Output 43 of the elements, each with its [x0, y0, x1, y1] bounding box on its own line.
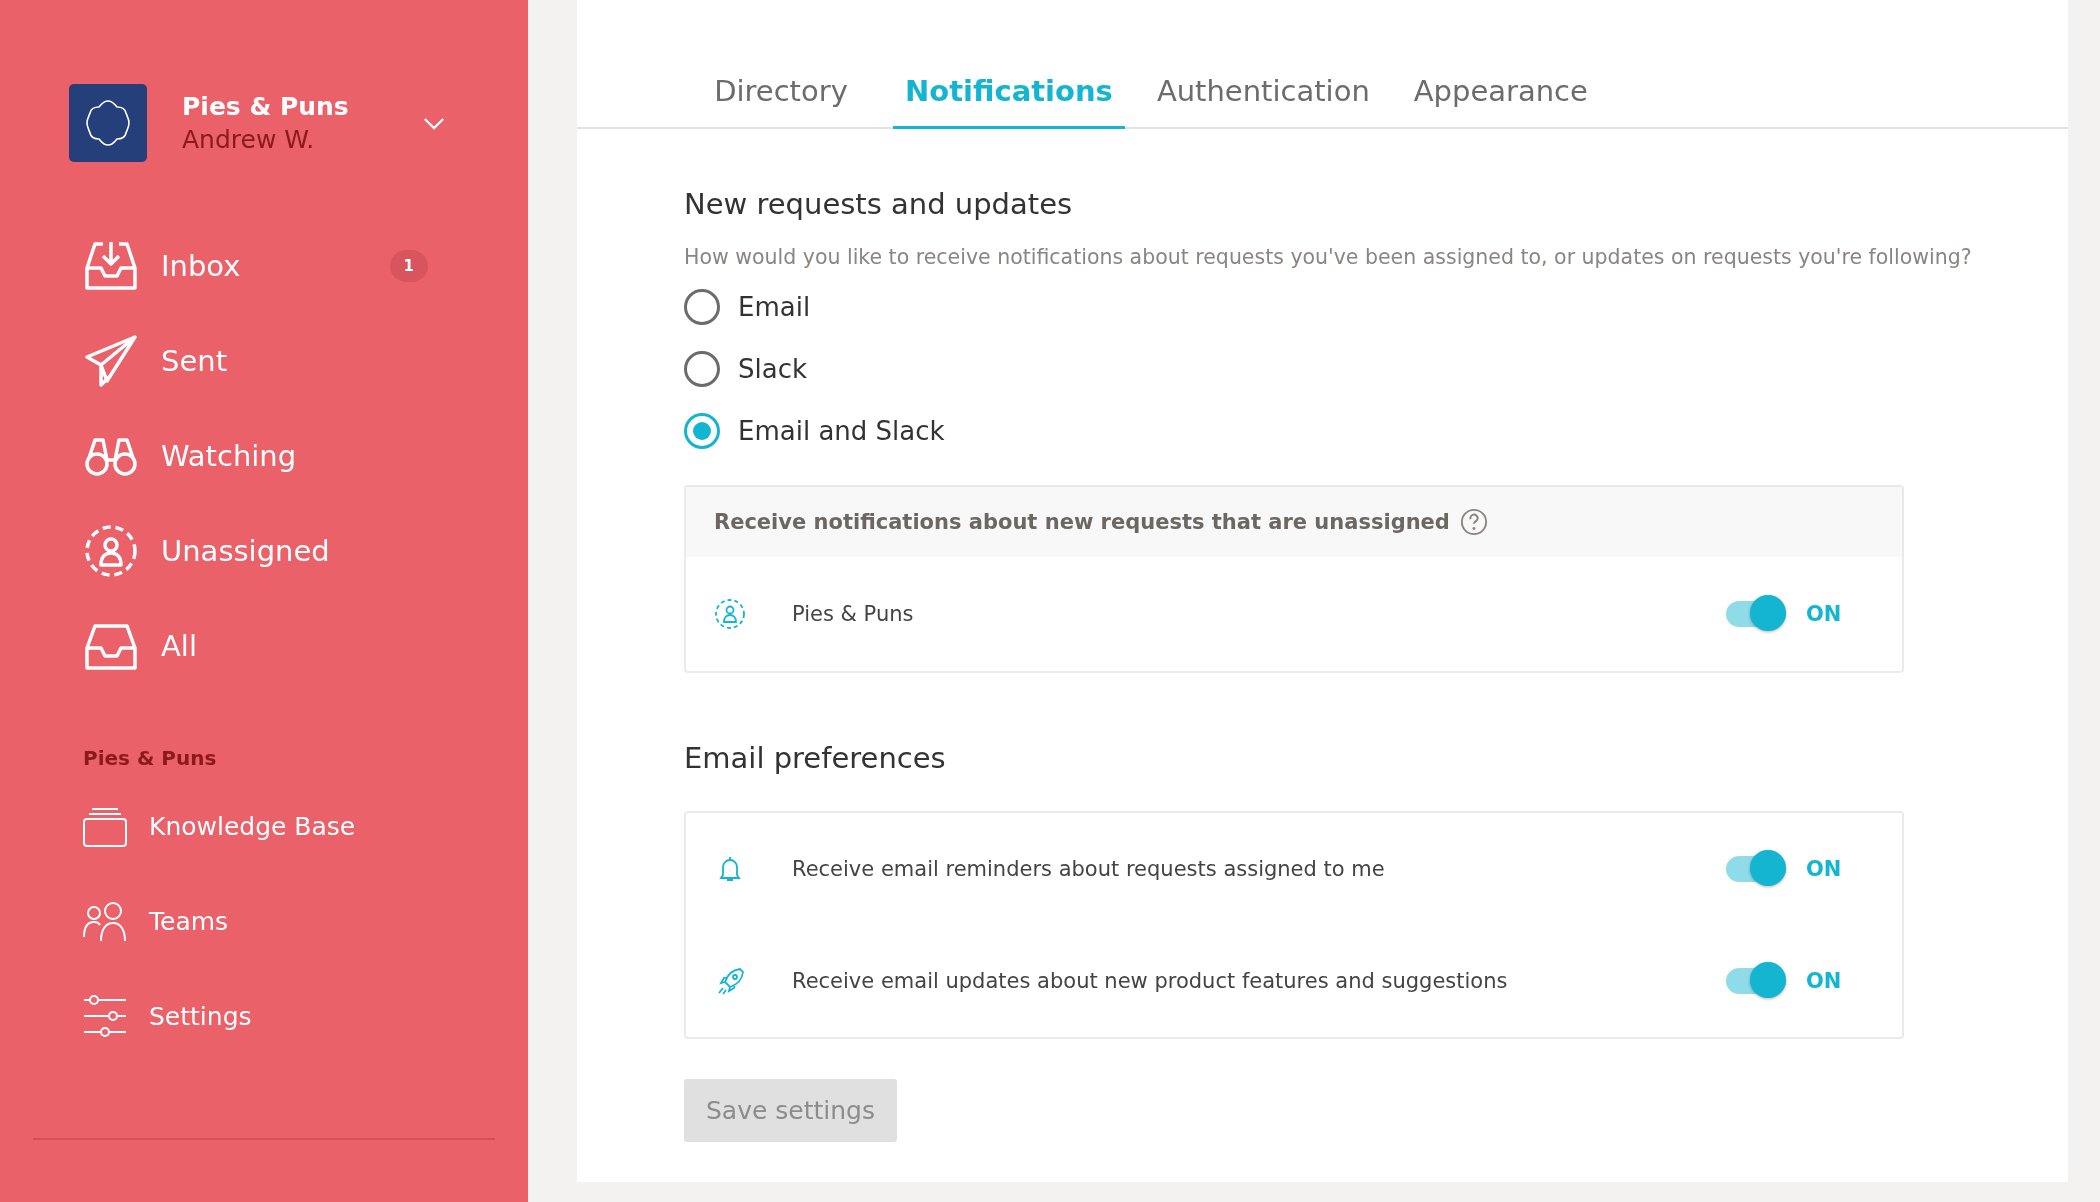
section-heading: New requests and updates	[684, 187, 1074, 221]
toggle-switch[interactable]	[1726, 850, 1788, 888]
radio-label: Email	[738, 292, 811, 322]
section-label: Pies & Puns	[83, 746, 218, 770]
sliders-icon	[83, 994, 127, 1038]
dashed-person-icon	[83, 523, 139, 579]
people-icon	[83, 899, 127, 943]
tab[interactable]: Directory	[689, 74, 873, 129]
dashed-person-icon	[714, 598, 746, 630]
workspace-name: Pies & Puns	[182, 92, 350, 121]
nav-item[interactable]: Sent	[83, 333, 428, 389]
nav-item[interactable]: Watching	[83, 428, 428, 484]
tab[interactable]: Notifications	[893, 74, 1125, 129]
panel-title: Receive notifications about new requests that are unassigned	[714, 510, 1450, 534]
nav-item[interactable]: Inbox 1	[83, 238, 428, 294]
count-badge: 1	[389, 250, 428, 282]
flower-logo-icon	[69, 84, 147, 162]
radio-button[interactable]	[684, 413, 720, 449]
help-icon[interactable]	[1459, 508, 1488, 536]
radio-button[interactable]	[684, 351, 720, 387]
toggle-state: ON	[1806, 602, 1843, 626]
nav-item[interactable]: All	[83, 618, 428, 674]
toggle-state: ON	[1806, 857, 1843, 881]
radio-button[interactable]	[684, 289, 720, 325]
row-label: Receive email reminders about requests assigned to me	[792, 857, 1386, 881]
toggle-switch[interactable]	[1726, 595, 1788, 633]
chevron-down-icon[interactable]	[423, 116, 445, 130]
description-text: How would you like to receive notifications about requests you've been assigned to, or updates on requests you're following?	[684, 245, 1973, 269]
nav-item[interactable]: Settings	[83, 994, 428, 1038]
row-label: Pies & Puns	[792, 602, 915, 626]
tab[interactable]: Appearance	[1401, 74, 1600, 129]
nav-item[interactable]: Teams	[83, 899, 428, 943]
row-label: Receive email updates about new product features and suggestions	[792, 969, 1509, 993]
nav-item[interactable]: Knowledge Base	[83, 804, 428, 848]
toggle-state: ON	[1806, 969, 1843, 993]
paper-plane-icon	[83, 333, 139, 389]
tab[interactable]: Authentication	[1144, 74, 1382, 129]
section-heading: Email preferences	[684, 741, 947, 775]
radio-label: Email and Slack	[738, 416, 945, 446]
radio-label: Slack	[738, 354, 807, 384]
nav-item[interactable]: Unassigned	[83, 523, 428, 579]
user-name: Andrew W.	[182, 125, 316, 154]
toggle-switch[interactable]	[1726, 962, 1788, 1000]
